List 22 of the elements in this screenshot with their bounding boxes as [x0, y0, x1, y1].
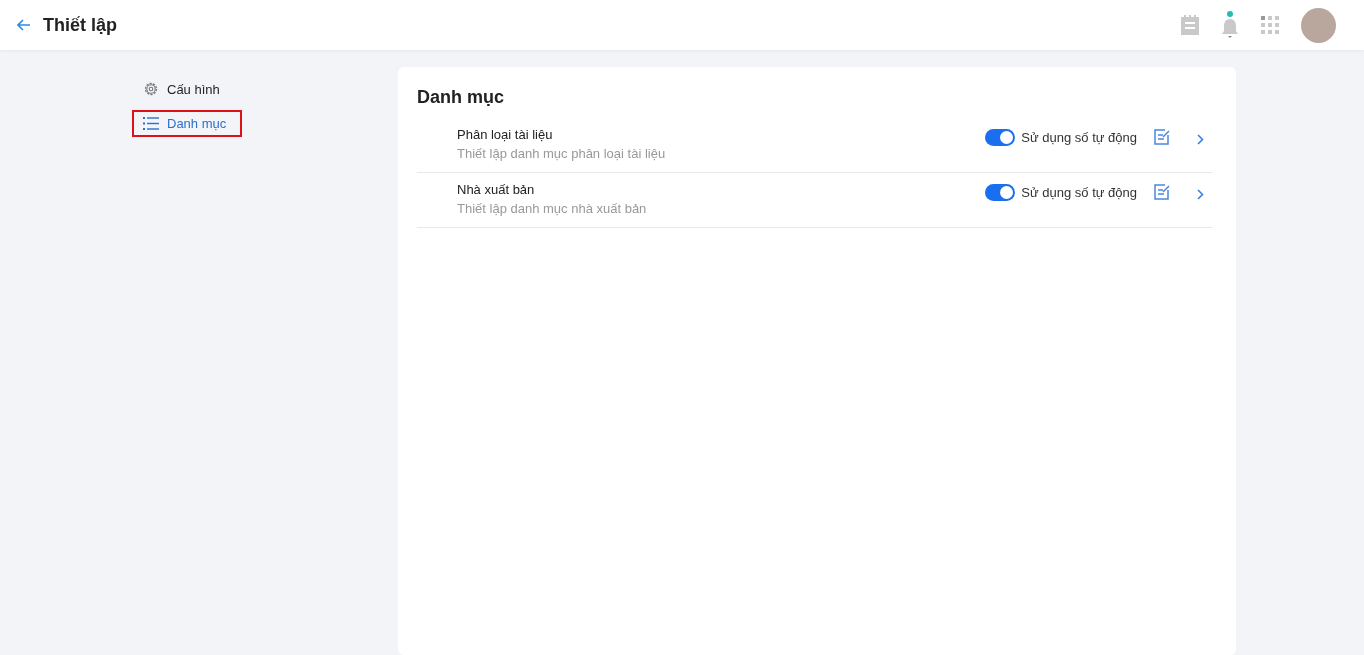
page-title: Thiết lập: [43, 14, 117, 36]
list-icon: [143, 117, 159, 130]
sidebar-item[interactable]: Cấu hình: [132, 75, 242, 103]
grid-icon[interactable]: [1261, 16, 1279, 34]
panel-title: Danh mục: [417, 87, 505, 108]
chevron-right-icon[interactable]: [1197, 133, 1204, 145]
bell-icon[interactable]: [1221, 11, 1239, 39]
sidebar-item[interactable]: Danh mục: [132, 110, 242, 137]
toggle-label: Sử dụng số tự động: [1021, 129, 1137, 145]
avatar[interactable]: [1301, 7, 1336, 43]
edit-icon[interactable]: [1154, 129, 1170, 145]
category-title: Nhà xuất bản: [457, 182, 536, 197]
toggle-switch[interactable]: [985, 128, 1016, 146]
category-description: Thiết lập danh mục nhà xuất bản: [457, 201, 648, 216]
category-description: Thiết lập danh mục phân loại tài liệu: [457, 146, 667, 161]
toggle-label: Sử dụng số tự động: [1021, 184, 1137, 200]
category-title: Phân loại tài liệu: [457, 127, 554, 142]
toggle-switch[interactable]: [985, 183, 1016, 201]
chevron-right-icon[interactable]: [1197, 188, 1204, 200]
back-arrow-icon[interactable]: [17, 19, 31, 31]
gear-icon: [143, 81, 159, 97]
edit-icon[interactable]: [1154, 184, 1170, 200]
